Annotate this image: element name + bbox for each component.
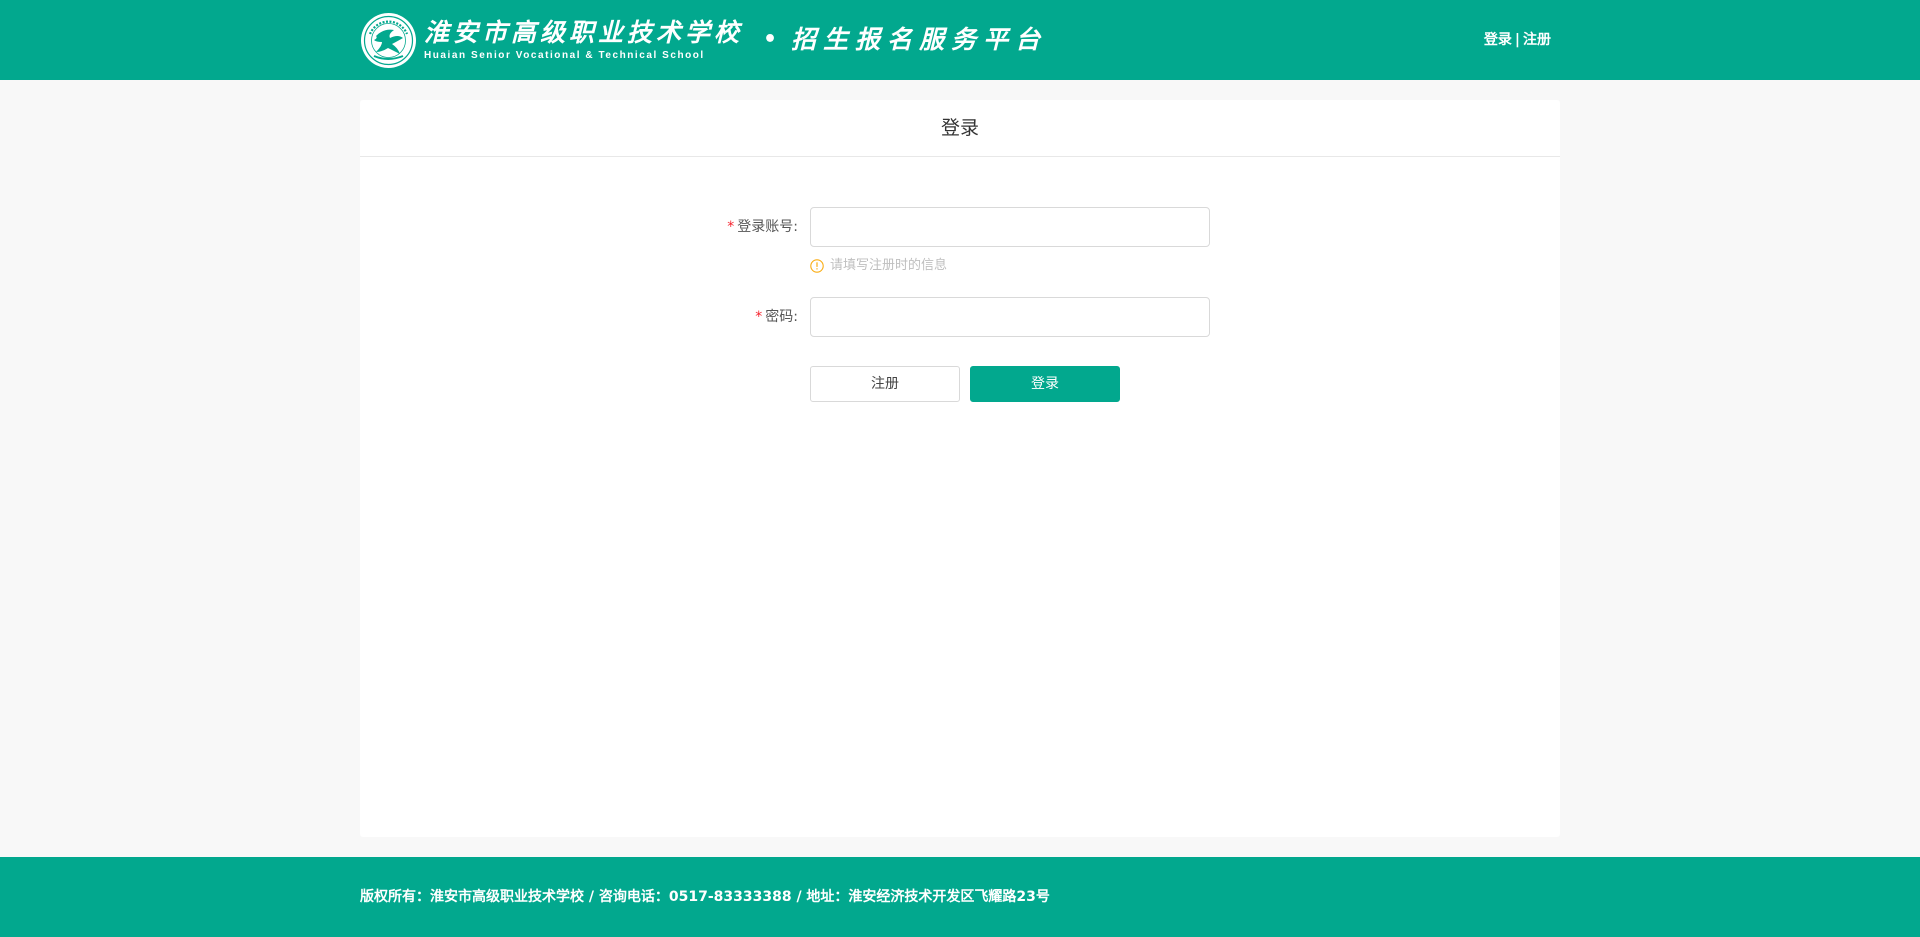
school-name-block: 淮安市高级职业技术学校 Huaian Senior Vocational & T… [424,18,743,62]
school-name-cn: 淮安市高级职业技术学校 [424,18,744,47]
account-hint-text: 请填写注册时的信息 [830,258,948,273]
title-separator: • [763,27,778,52]
auth-links-separator: | [1514,32,1520,48]
header-inner: 淮安市高级职业技术学校 Huaian Senior Vocational & T… [360,0,1560,80]
password-label: * 密码: [755,297,798,337]
account-label: * 登录账号: [727,207,798,247]
account-hint: 请填写注册时的信息 [810,257,947,275]
login-button[interactable]: 登录 [970,366,1120,402]
top-header: 淮安市高级职业技术学校 Huaian Senior Vocational & T… [0,0,1920,80]
login-card: 登录 * 登录账号: 请填写注册时的信息 * 密码: 注册 登录 [360,100,1560,837]
page-footer: 版权所有：淮安市高级职业技术学校 / 咨询电话：0517-83333388 / … [0,857,1920,937]
header-register-link[interactable]: 注册 [1523,32,1551,48]
account-input[interactable] [810,207,1210,247]
register-button[interactable]: 注册 [810,366,960,402]
account-label-text: 登录账号: [737,219,798,235]
info-circle-icon [810,259,824,273]
password-input[interactable] [810,297,1210,337]
school-logo: 淮安市高级职业技术学校 Huaian Senior Vocational & T… [360,10,1047,70]
required-mark: * [755,309,763,325]
header-auth-links: 登录 | 注册 [1484,30,1551,50]
school-emblem-icon [361,12,416,68]
platform-title: 招生报名服务平台 [791,25,1048,54]
footer-text: 版权所有：淮安市高级职业技术学校 / 咨询电话：0517-83333388 / … [360,889,1050,905]
required-mark: * [727,219,735,235]
password-label-text: 密码: [765,309,798,325]
school-name-en: Huaian Senior Vocational & Technical Sch… [424,50,705,61]
login-card-title: 登录 [360,100,1560,157]
header-login-link[interactable]: 登录 [1484,32,1512,48]
